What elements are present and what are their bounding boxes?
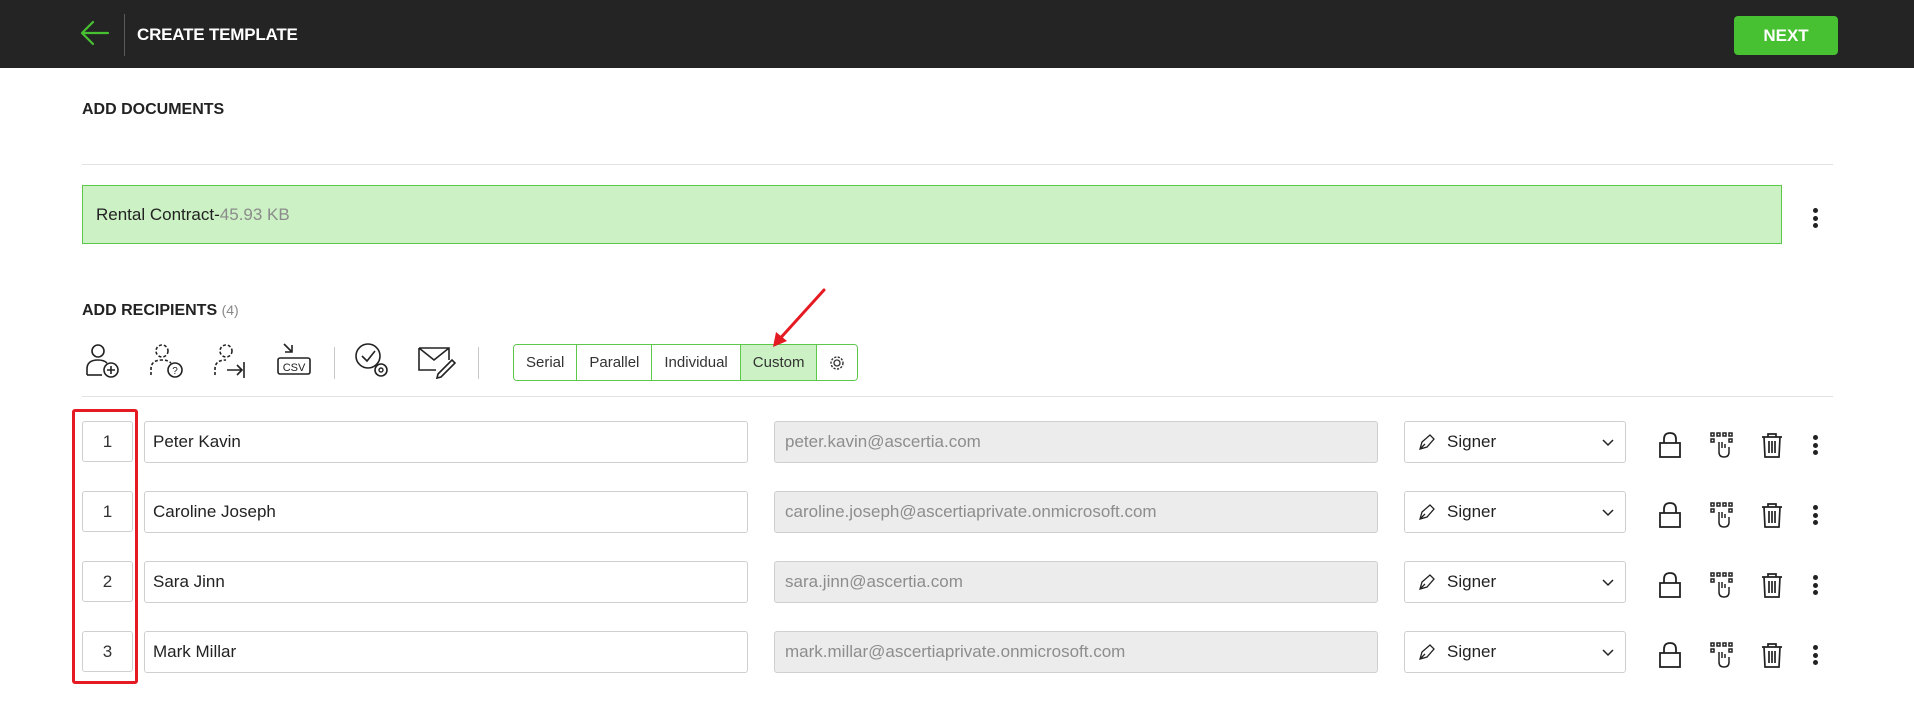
- recipient-name-input[interactable]: [144, 561, 748, 603]
- mode-serial-button[interactable]: Serial: [514, 345, 578, 380]
- add-unknown-recipient-icon[interactable]: ?: [146, 340, 186, 380]
- document-name: Rental Contract-: [96, 204, 220, 224]
- trash-icon[interactable]: [1758, 570, 1786, 600]
- top-bar: CREATE TEMPLATE NEXT: [0, 0, 1914, 68]
- approval-settings-icon[interactable]: [352, 340, 392, 380]
- recipient-email-input[interactable]: [774, 491, 1378, 533]
- trash-icon[interactable]: [1758, 640, 1786, 670]
- lock-icon[interactable]: [1656, 430, 1684, 460]
- add-documents-heading: ADD DOCUMENTS: [82, 101, 225, 118]
- document-more-icon[interactable]: [1808, 206, 1822, 230]
- row-more-icon[interactable]: [1808, 643, 1822, 667]
- signing-order-field[interactable]: 2: [82, 561, 133, 602]
- field-assign-icon[interactable]: [1707, 640, 1735, 670]
- document-card[interactable]: Rental Contract- 45.93 KB: [82, 185, 1782, 244]
- chevron-down-icon: [1602, 649, 1614, 657]
- add-recipient-icon[interactable]: [82, 340, 122, 380]
- lock-icon[interactable]: [1656, 500, 1684, 530]
- chevron-down-icon: [1602, 509, 1614, 517]
- row-more-icon[interactable]: [1808, 433, 1822, 457]
- add-recipients-title: ADD RECIPIENTS: [82, 302, 218, 319]
- pen-icon: [1419, 434, 1435, 450]
- role-select[interactable]: Signer: [1404, 631, 1626, 673]
- csv-import-icon[interactable]: CSV: [274, 340, 314, 380]
- trash-icon[interactable]: [1758, 500, 1786, 530]
- role-value: Signer: [1447, 432, 1497, 451]
- recipient-count: (4): [221, 302, 239, 318]
- row-more-icon[interactable]: [1808, 573, 1822, 597]
- lock-icon[interactable]: [1656, 640, 1684, 670]
- annotation-arrow-icon: [773, 288, 826, 347]
- signing-order-field[interactable]: 1: [82, 491, 133, 532]
- recipient-name-input[interactable]: [144, 421, 748, 463]
- recipient-name-input[interactable]: [144, 491, 748, 533]
- signing-order-field[interactable]: 3: [82, 631, 133, 672]
- mode-individual-button[interactable]: Individual: [652, 345, 741, 380]
- signing-mode-group: Serial Parallel Individual Custom: [513, 344, 859, 381]
- svg-text:CSV: CSV: [283, 362, 306, 374]
- role-select[interactable]: Signer: [1404, 491, 1626, 533]
- field-assign-icon[interactable]: [1707, 570, 1735, 600]
- pen-icon: [1419, 644, 1435, 660]
- mode-parallel-button[interactable]: Parallel: [577, 345, 653, 380]
- chevron-down-icon: [1602, 439, 1614, 447]
- toolbar-separator: [478, 347, 479, 379]
- pen-icon: [1419, 574, 1435, 590]
- chevron-down-icon: [1602, 579, 1614, 587]
- topbar-divider: [124, 14, 125, 56]
- page-title: CREATE TEMPLATE: [137, 25, 298, 44]
- import-recipient-icon[interactable]: [210, 340, 250, 380]
- role-value: Signer: [1447, 642, 1497, 661]
- divider: [82, 164, 1833, 165]
- row-more-icon[interactable]: [1808, 503, 1822, 527]
- document-size: 45.93 KB: [219, 204, 290, 224]
- next-button[interactable]: NEXT: [1734, 16, 1838, 55]
- svg-text:?: ?: [172, 366, 178, 377]
- role-value: Signer: [1447, 502, 1497, 521]
- recipient-email-input[interactable]: [774, 561, 1378, 603]
- lock-icon[interactable]: [1656, 570, 1684, 600]
- mode-custom-button[interactable]: Custom: [740, 345, 818, 380]
- signing-order-field[interactable]: 1: [82, 421, 133, 462]
- role-select[interactable]: Signer: [1404, 421, 1626, 463]
- role-select[interactable]: Signer: [1404, 561, 1626, 603]
- mode-settings-button[interactable]: [817, 345, 858, 380]
- field-assign-icon[interactable]: [1707, 500, 1735, 530]
- role-value: Signer: [1447, 572, 1497, 591]
- divider: [82, 396, 1833, 397]
- trash-icon[interactable]: [1758, 430, 1786, 460]
- email-message-icon[interactable]: [416, 340, 456, 380]
- field-assign-icon[interactable]: [1707, 430, 1735, 460]
- pen-icon: [1419, 504, 1435, 520]
- gear-icon: [830, 355, 845, 370]
- add-recipients-heading: ADD RECIPIENTS (4): [82, 302, 239, 320]
- recipient-email-input[interactable]: [774, 631, 1378, 673]
- back-arrow-icon[interactable]: [78, 16, 112, 50]
- recipient-email-input[interactable]: [774, 421, 1378, 463]
- recipient-name-input[interactable]: [144, 631, 748, 673]
- toolbar-separator: [334, 347, 335, 379]
